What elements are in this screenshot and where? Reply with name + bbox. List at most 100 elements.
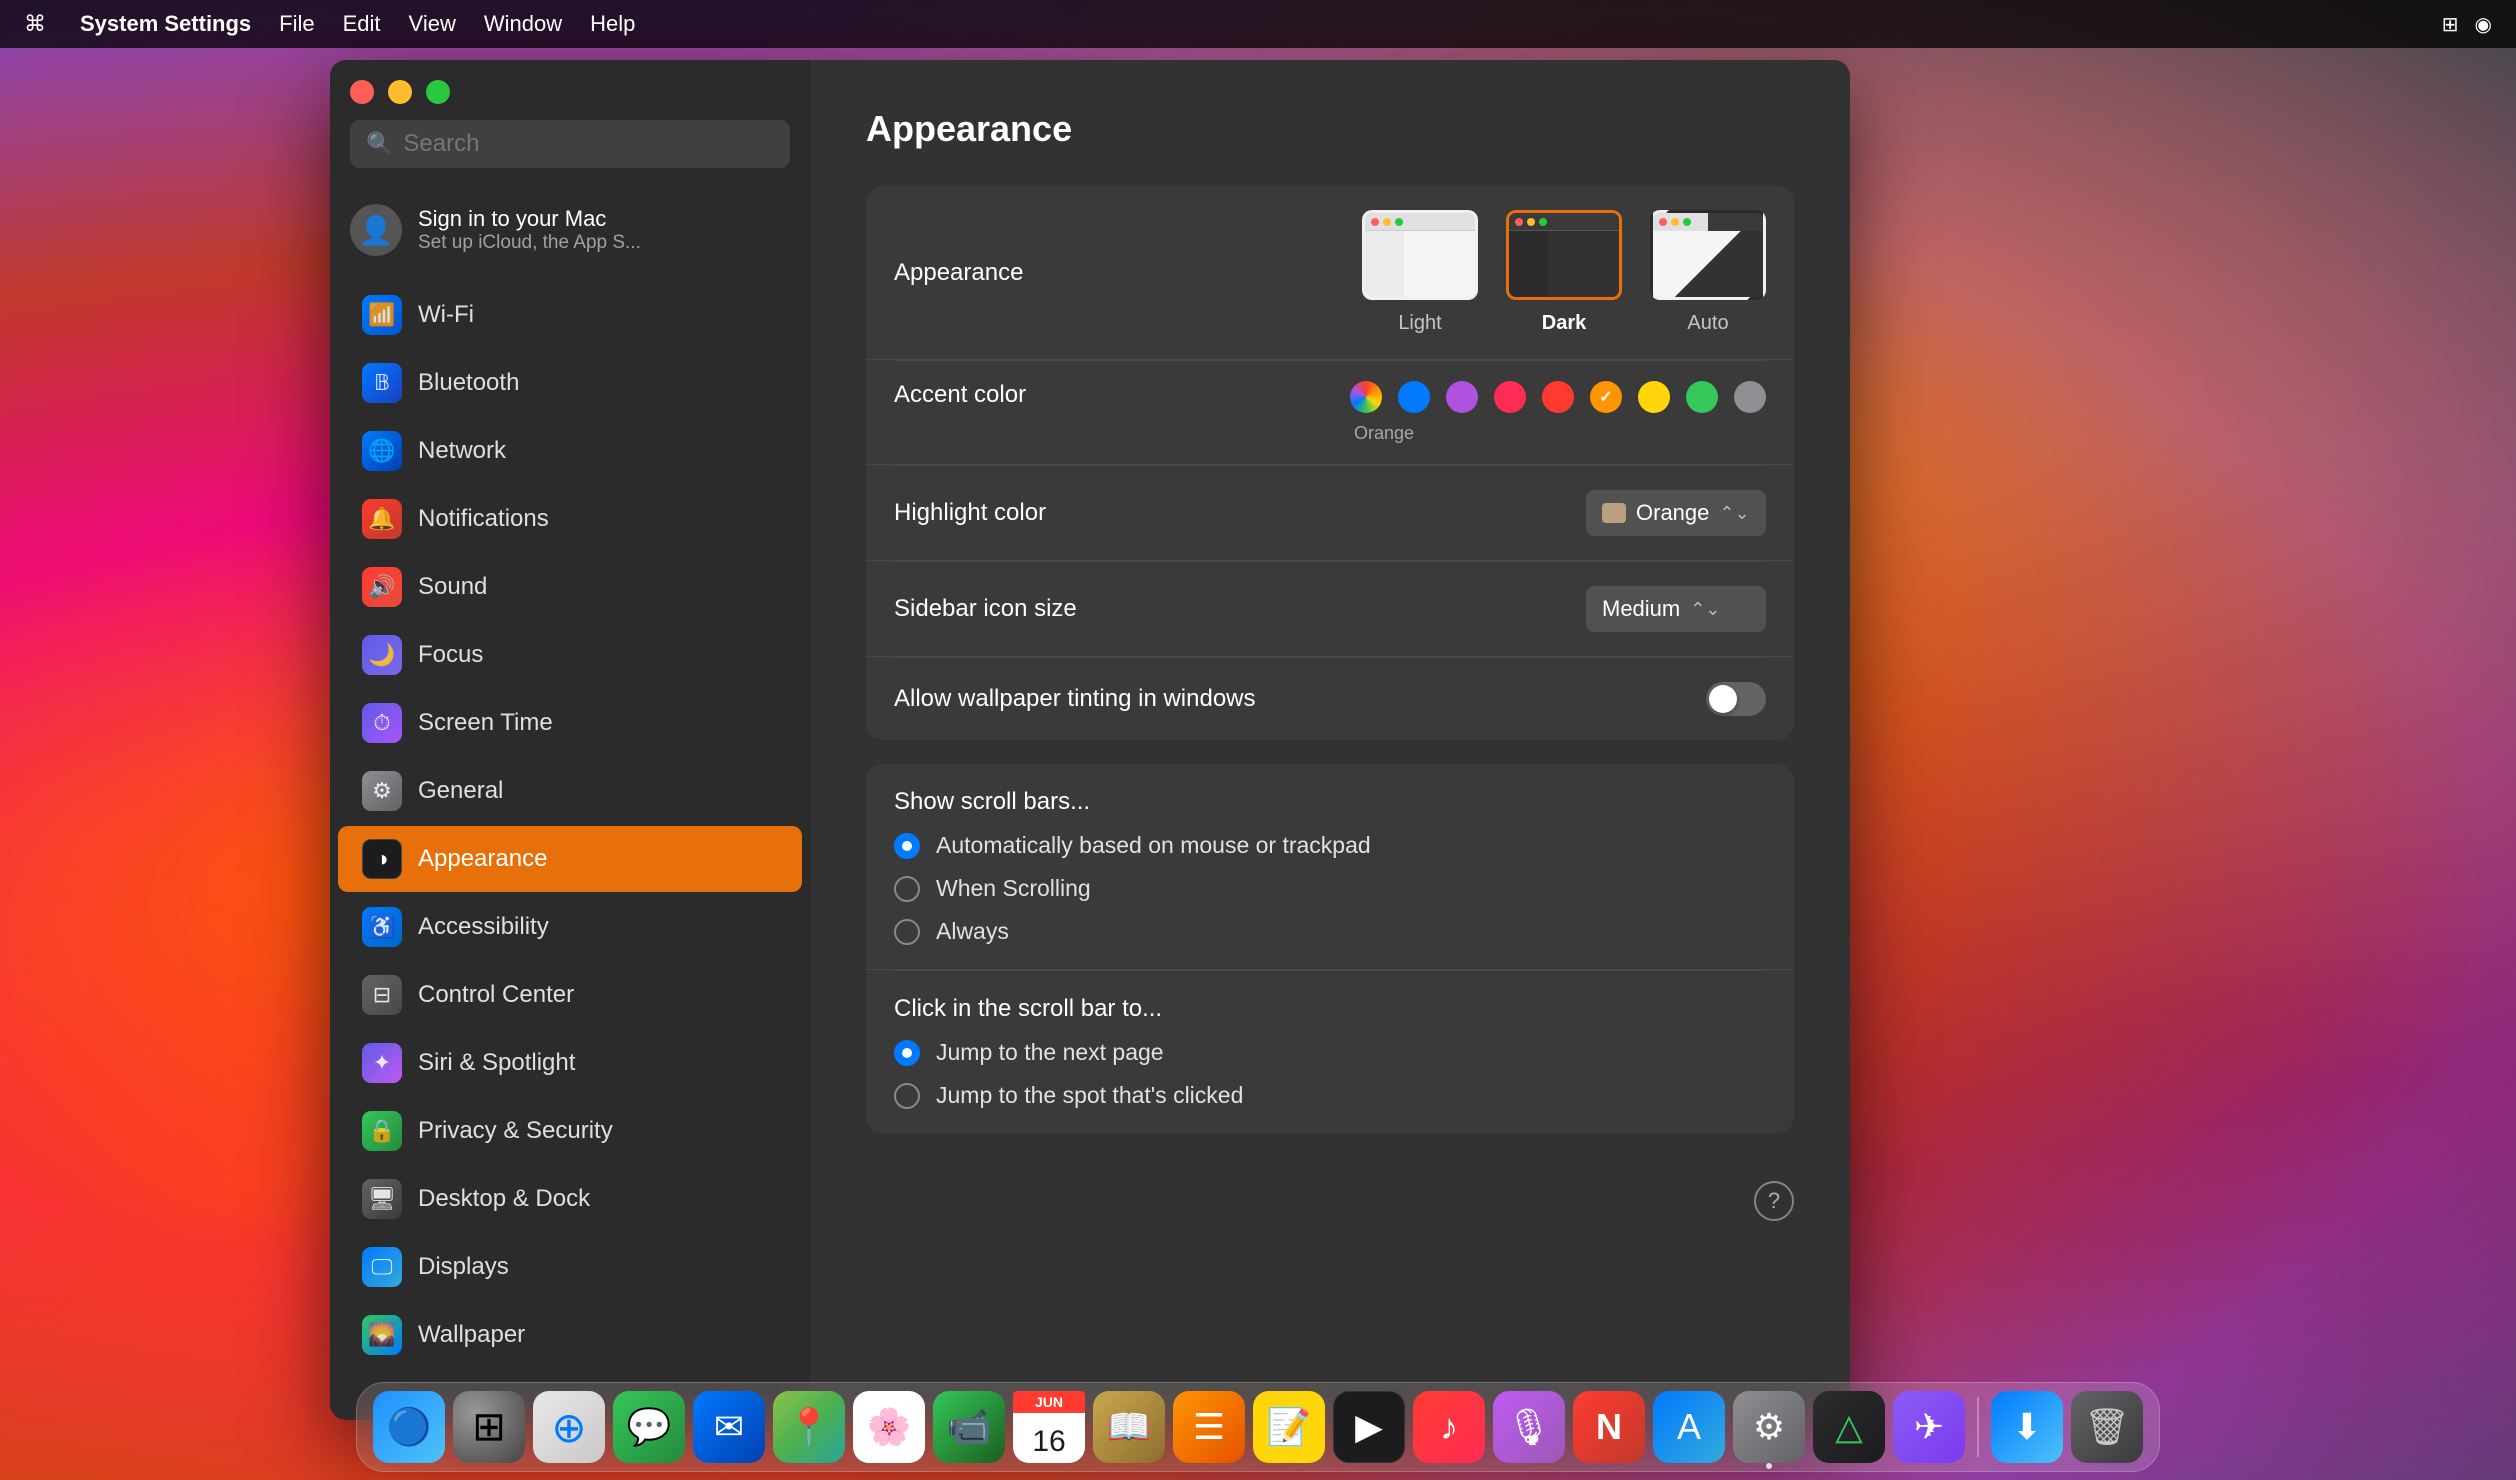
sidebar-account[interactable]: 👤 Sign in to your Mac Set up iCloud, the… <box>330 188 810 272</box>
accent-multicolor[interactable] <box>1350 381 1382 413</box>
menubar-help[interactable]: Help <box>576 11 649 37</box>
dock-calendar[interactable]: JUN 16 <box>1013 1391 1085 1463</box>
theme-auto-option[interactable]: Auto <box>1650 210 1766 335</box>
appearance-label: Appearance <box>894 259 1362 287</box>
theme-light-option[interactable]: Light <box>1362 210 1478 335</box>
dock-photos[interactable]: 🌸 <box>853 1391 925 1463</box>
close-button[interactable] <box>350 80 374 104</box>
appletv-icon: ▶ <box>1355 1406 1383 1448</box>
sidebar-item-appearance[interactable]: ◑ Appearance <box>338 826 802 892</box>
sidebar-label-accessibility: Accessibility <box>418 913 549 941</box>
scroll-always-radio[interactable] <box>894 919 920 945</box>
finder-icon: 🔵 <box>387 1406 432 1448</box>
apple-menu-icon[interactable]: ⌘ <box>24 11 46 37</box>
menubar-edit[interactable]: Edit <box>329 11 395 37</box>
dock-twitter[interactable]: ✈ <box>1893 1391 1965 1463</box>
focus-icon: 🌙 <box>362 635 402 675</box>
click-next-radio[interactable] <box>894 1040 920 1066</box>
accent-red[interactable] <box>1542 381 1574 413</box>
sidebar-item-wifi[interactable]: 📶 Wi-Fi <box>338 282 802 348</box>
window-controls <box>350 80 450 104</box>
dock-notes2[interactable]: 📖 <box>1093 1391 1165 1463</box>
dock-system-settings[interactable]: ⚙ <box>1733 1391 1805 1463</box>
sidebar-item-displays[interactable]: 🖵 Displays <box>338 1234 802 1300</box>
dock-launchpad[interactable]: ⊞ <box>453 1391 525 1463</box>
maximize-button[interactable] <box>426 80 450 104</box>
accent-orange[interactable] <box>1590 381 1622 413</box>
desktop-icon: 🖥 <box>362 1179 402 1219</box>
sidebar-item-screentime[interactable]: ⏱ Screen Time <box>338 690 802 756</box>
sidebar-item-privacy[interactable]: 🔒 Privacy & Security <box>338 1098 802 1164</box>
sidebar-item-network[interactable]: 🌐 Network <box>338 418 802 484</box>
sidebar-item-siri[interactable]: ✦ Siri & Spotlight <box>338 1030 802 1096</box>
dock-appstore[interactable]: A <box>1653 1391 1725 1463</box>
dock-trash[interactable]: 🗑 <box>2071 1391 2143 1463</box>
sidebar-label-siri: Siri & Spotlight <box>418 1049 575 1077</box>
sidebar-item-wallpaper[interactable]: 🌄 Wallpaper <box>338 1302 802 1368</box>
siri-icon[interactable]: ◉ <box>2475 12 2492 37</box>
dock-maps[interactable]: 📍 <box>773 1391 845 1463</box>
help-button[interactable]: ? <box>1754 1181 1794 1221</box>
dock-mail[interactable]: ✉ <box>693 1391 765 1463</box>
preview-dot-green <box>1683 218 1691 226</box>
dock-appletv[interactable]: ▶ <box>1333 1391 1405 1463</box>
scroll-always-option[interactable]: Always <box>894 918 1371 945</box>
scroll-scrolling-radio[interactable] <box>894 876 920 902</box>
scroll-auto-option[interactable]: Automatically based on mouse or trackpad <box>894 832 1371 859</box>
sidebar-item-notifications[interactable]: 🔔 Notifications <box>338 486 802 552</box>
dock-notes[interactable]: 📝 <box>1253 1391 1325 1463</box>
dock-downloads[interactable]: ⬇ <box>1991 1391 2063 1463</box>
sidebar-item-controlcenter[interactable]: ⊟ Control Center <box>338 962 802 1028</box>
sidebar-item-desktop[interactable]: 🖥 Desktop & Dock <box>338 1166 802 1232</box>
sidebar-item-bluetooth[interactable]: 𝔹 Bluetooth <box>338 350 802 416</box>
click-spot-option[interactable]: Jump to the spot that's clicked <box>894 1082 1243 1109</box>
accent-purple[interactable] <box>1446 381 1478 413</box>
photos-icon: 🌸 <box>867 1406 912 1448</box>
search-box[interactable]: 🔍 <box>350 120 790 168</box>
sidebar-item-general[interactable]: ⚙ General <box>338 758 802 824</box>
dock-safari[interactable]: ⊕ <box>533 1391 605 1463</box>
click-next-option[interactable]: Jump to the next page <box>894 1039 1243 1066</box>
click-spot-radio[interactable] <box>894 1083 920 1109</box>
theme-light-label: Light <box>1398 312 1441 335</box>
notifications-icon: 🔔 <box>362 499 402 539</box>
dock-finder[interactable]: 🔵 <box>373 1391 445 1463</box>
accent-green[interactable] <box>1686 381 1718 413</box>
dock-altool[interactable]: △ <box>1813 1391 1885 1463</box>
accent-pink[interactable] <box>1494 381 1526 413</box>
dock-podcasts[interactable]: 🎙 <box>1493 1391 1565 1463</box>
minimize-button[interactable] <box>388 80 412 104</box>
wallpaper-tinting-toggle[interactable] <box>1706 682 1766 716</box>
search-input[interactable] <box>403 130 774 158</box>
main-content: Appearance Appearance <box>810 60 1850 1420</box>
accent-yellow[interactable] <box>1638 381 1670 413</box>
sidebar-item-sound[interactable]: 🔊 Sound <box>338 554 802 620</box>
accent-blue[interactable] <box>1398 381 1430 413</box>
dock-messages[interactable]: 💬 <box>613 1391 685 1463</box>
theme-dark-preview <box>1506 210 1622 300</box>
menubar-view[interactable]: View <box>395 11 470 37</box>
sidebar-icon-size-dropdown[interactable]: Medium ⌃⌄ <box>1586 586 1766 632</box>
scroll-auto-radio[interactable] <box>894 833 920 859</box>
menubar-system-settings[interactable]: System Settings <box>66 11 265 37</box>
preview-dot-yellow <box>1671 218 1679 226</box>
theme-dark-option[interactable]: Dark <box>1506 210 1622 335</box>
accessibility-icon: ♿ <box>362 907 402 947</box>
wifi-icon: 📶 <box>362 295 402 335</box>
dock-news[interactable]: N <box>1573 1391 1645 1463</box>
safari-icon: ⊕ <box>551 1403 586 1452</box>
scroll-scrolling-option[interactable]: When Scrolling <box>894 875 1371 902</box>
sidebar-item-focus[interactable]: 🌙 Focus <box>338 622 802 688</box>
scroll-bars-label: Show scroll bars... <box>894 788 1090 816</box>
control-center-icon[interactable]: ⊞ <box>2442 12 2459 37</box>
menubar-file[interactable]: File <box>265 11 328 37</box>
accent-graphite[interactable] <box>1734 381 1766 413</box>
menubar-window[interactable]: Window <box>470 11 576 37</box>
sidebar-item-accessibility[interactable]: ♿ Accessibility <box>338 894 802 960</box>
appstore-icon: A <box>1677 1406 1701 1448</box>
dock-facetime[interactable]: 📹 <box>933 1391 1005 1463</box>
screentime-icon: ⏱ <box>362 703 402 743</box>
highlight-color-dropdown[interactable]: Orange ⌃⌄ <box>1586 490 1766 536</box>
dock-music[interactable]: ♪ <box>1413 1391 1485 1463</box>
dock-reminders[interactable]: ☰ <box>1173 1391 1245 1463</box>
